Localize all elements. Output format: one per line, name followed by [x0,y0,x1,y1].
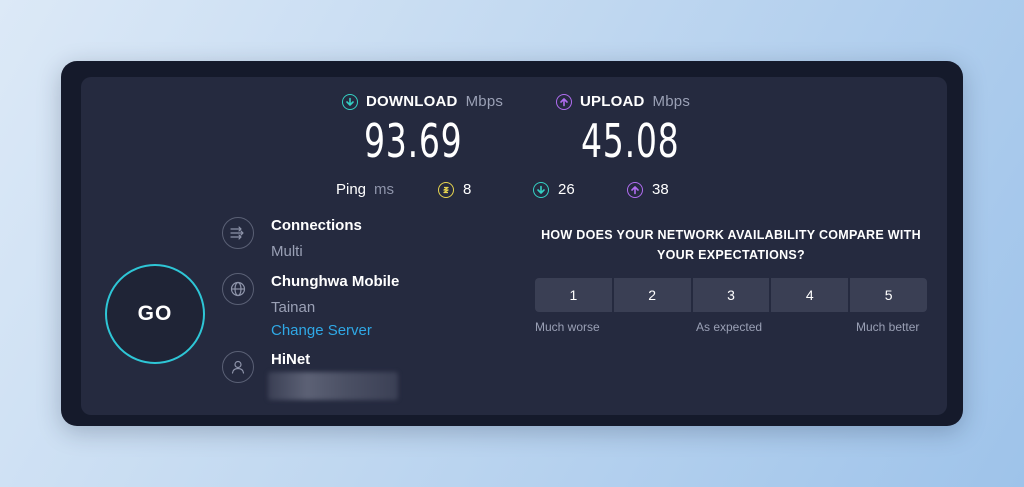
upload-arrow-icon [627,181,643,198]
provider-title: HiNet [271,351,311,368]
download-header: DOWNLOAD Mbps [342,93,503,110]
survey-question: HOW DOES YOUR NETWORK AVAILABILITY COMPA… [541,228,921,262]
change-server-link[interactable]: Change Server [271,322,372,339]
ping-upload: 38 [627,181,669,198]
ping-unit: ms [374,181,395,198]
upload-unit: Mbps [652,93,691,110]
ping-idle-value: 8 [463,181,472,198]
scale-high-label: Much better [856,320,920,334]
upload-value: 45.08 [581,114,680,168]
upload-header: UPLOAD Mbps [556,93,690,110]
connections-title: Connections [271,217,362,234]
ping-upload-value: 38 [652,181,669,198]
upload-arrow-icon [556,93,572,110]
rating-option-1[interactable]: 1 [535,278,612,312]
download-arrow-icon [342,93,358,110]
server-location: Tainan [271,299,316,316]
download-label: DOWNLOAD [366,93,458,110]
speedtest-panel: DOWNLOAD Mbps 93.69 UPLOAD Mbps 45.08 Pi… [81,77,947,415]
download-arrow-icon [533,181,549,198]
download-unit: Mbps [465,93,504,110]
connections-value[interactable]: Multi [271,243,303,260]
rating-option-2[interactable]: 2 [613,278,691,312]
globe-icon [222,273,254,305]
ping-label: Ping [336,181,367,198]
rating-option-5[interactable]: 5 [850,278,927,312]
rating-scale: 1 2 3 4 5 [535,278,927,312]
rating-option-4[interactable]: 4 [771,278,849,312]
scale-low-label: Much worse [535,320,600,334]
upload-label: UPLOAD [580,93,645,110]
user-icon [222,351,254,383]
scale-mid-label: As expected [696,320,763,334]
connections-icon [222,217,254,249]
ping-download: 26 [533,181,575,198]
ping-idle: 8 [438,181,471,198]
server-title: Chunghwa Mobile [271,273,400,290]
rating-option-3[interactable]: 3 [692,278,770,312]
jitter-icon [438,181,454,198]
ping-header: Ping ms [336,181,394,198]
ping-download-value: 26 [558,181,575,198]
go-button[interactable]: GO [105,264,205,364]
redacted-ip [268,372,398,400]
download-value: 93.69 [364,114,463,168]
